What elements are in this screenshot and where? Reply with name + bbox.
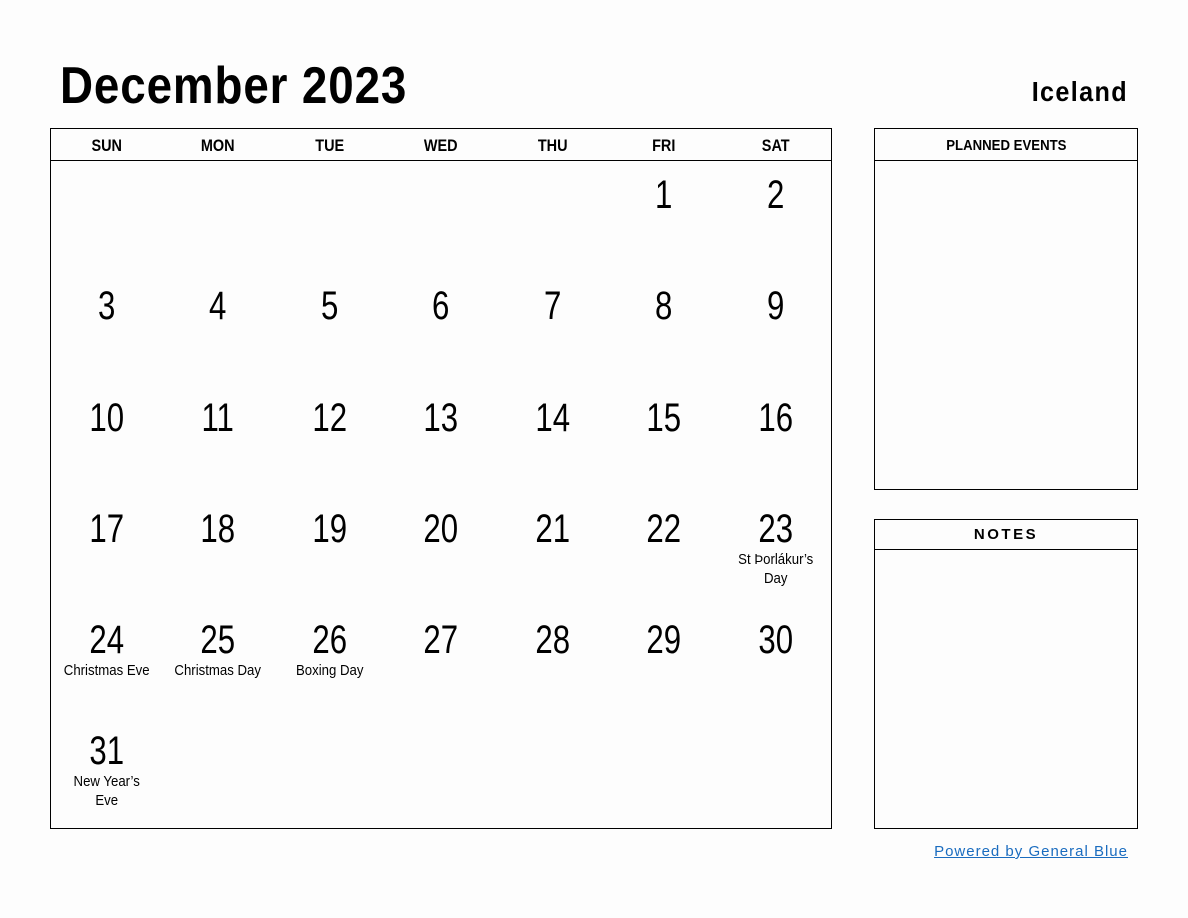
day-number: 17	[89, 506, 125, 551]
day-number: 8	[655, 284, 673, 329]
weekday-sat: SAT	[761, 136, 790, 155]
day-number: 16	[757, 395, 793, 440]
day-cell: 31 New Year’s Eve	[51, 717, 162, 828]
calendar-grid: SUN MON TUE WED THU FRI SAT 1 2 3 4 5 6 7 8 9 10 1…	[50, 128, 832, 829]
day-number: 24	[89, 618, 125, 663]
day-cell: 3	[51, 272, 162, 383]
day-number: 13	[423, 395, 459, 440]
day-number: 27	[423, 618, 459, 663]
weekday-mon: MON	[201, 136, 235, 155]
day-number: 9	[766, 284, 784, 329]
weekday-wed: WED	[424, 136, 458, 155]
holiday-label: Christmas Eve	[63, 662, 150, 680]
day-number: 21	[535, 506, 570, 551]
day-number: 11	[201, 395, 235, 440]
day-cell: 6	[385, 272, 496, 383]
country-label: Iceland	[1031, 76, 1128, 107]
day-number: 2	[766, 173, 784, 217]
day-number: 12	[312, 395, 347, 440]
notes-panel: NOTES	[874, 519, 1138, 829]
day-number: 5	[320, 284, 339, 329]
day-number: 19	[312, 506, 347, 551]
day-number: 1	[655, 173, 673, 217]
day-number: 18	[200, 506, 236, 551]
weekday-tue: TUE	[315, 136, 345, 155]
weekday-thu: THU	[537, 136, 568, 155]
day-number: 28	[535, 618, 570, 663]
day-cell: 25 Christmas Day	[162, 606, 273, 717]
holiday-label: New Year’s Eve	[73, 773, 140, 810]
day-cell: 19	[274, 495, 385, 606]
day-cell: 9	[720, 272, 831, 383]
day-number: 4	[209, 284, 227, 329]
holiday-label: St Þorlákur’s Day	[737, 550, 813, 587]
day-cell: 12	[274, 384, 385, 495]
empty-day-cell	[162, 717, 273, 828]
day-number: 15	[646, 395, 682, 440]
day-cell: 7	[497, 272, 608, 383]
day-number: 14	[535, 395, 570, 440]
day-cell: 10	[51, 384, 162, 495]
day-cell: 11	[162, 384, 273, 495]
day-cell: 13	[385, 384, 496, 495]
holiday-label: Boxing Day	[295, 662, 364, 680]
day-cell: 27	[385, 606, 496, 717]
day-cell: 15	[608, 384, 719, 495]
day-cell: 22	[608, 495, 719, 606]
weekday-fri: FRI	[652, 136, 676, 155]
day-cell: 21	[497, 495, 608, 606]
day-number: 7	[543, 284, 562, 329]
day-cell: 1	[608, 161, 719, 272]
day-cell: 4	[162, 272, 273, 383]
empty-day-cell	[385, 717, 496, 828]
day-cell: 29	[608, 606, 719, 717]
day-number: 22	[646, 506, 682, 551]
day-cell: 26 Boxing Day	[274, 606, 385, 717]
weekday-header: SUN MON TUE WED THU FRI SAT	[51, 129, 831, 161]
notes-title: NOTES	[973, 526, 1039, 543]
day-cell: 24 Christmas Eve	[51, 606, 162, 717]
day-cell: 20	[385, 495, 496, 606]
day-cell: 23 St Þorlákur’s Day	[720, 495, 831, 606]
day-cell: 14	[497, 384, 608, 495]
day-number: 31	[89, 729, 125, 774]
day-number: 25	[200, 618, 236, 663]
empty-day-cell	[608, 717, 719, 828]
day-cell: 18	[162, 495, 273, 606]
day-number: 26	[312, 618, 347, 663]
planned-events-header: PLANNED EVENTS	[875, 129, 1137, 161]
empty-day-cell	[385, 161, 496, 272]
day-cell: 5	[274, 272, 385, 383]
day-number: 6	[432, 284, 450, 329]
day-number: 3	[98, 284, 116, 329]
empty-day-cell	[274, 161, 385, 272]
day-cell: 30	[720, 606, 831, 717]
day-cell: 16	[720, 384, 831, 495]
page-title: December 2023	[60, 57, 408, 115]
day-number: 30	[757, 618, 793, 663]
day-cell: 17	[51, 495, 162, 606]
day-cell: 8	[608, 272, 719, 383]
empty-day-cell	[162, 161, 273, 272]
weekday-sun: SUN	[91, 136, 122, 155]
day-cell: 28	[497, 606, 608, 717]
holiday-label: Christmas Day	[174, 662, 262, 680]
empty-day-cell	[720, 717, 831, 828]
notes-header: NOTES	[875, 520, 1137, 550]
empty-day-cell	[51, 161, 162, 272]
calendar-body: 1 2 3 4 5 6 7 8 9 10 11 12 13 14 15 16 17 18 19 20 21 22 23 St …	[51, 161, 831, 829]
day-number: 23	[757, 506, 793, 551]
powered-by-link[interactable]: Powered by General Blue	[934, 843, 1128, 860]
planned-events-panel: PLANNED EVENTS	[874, 128, 1138, 490]
empty-day-cell	[274, 717, 385, 828]
day-number: 29	[646, 618, 682, 663]
planned-events-title: PLANNED EVENTS	[945, 137, 1067, 154]
day-number: 20	[423, 506, 459, 551]
empty-day-cell	[497, 717, 608, 828]
day-number: 10	[89, 395, 125, 440]
day-cell: 2	[720, 161, 831, 272]
empty-day-cell	[497, 161, 608, 272]
